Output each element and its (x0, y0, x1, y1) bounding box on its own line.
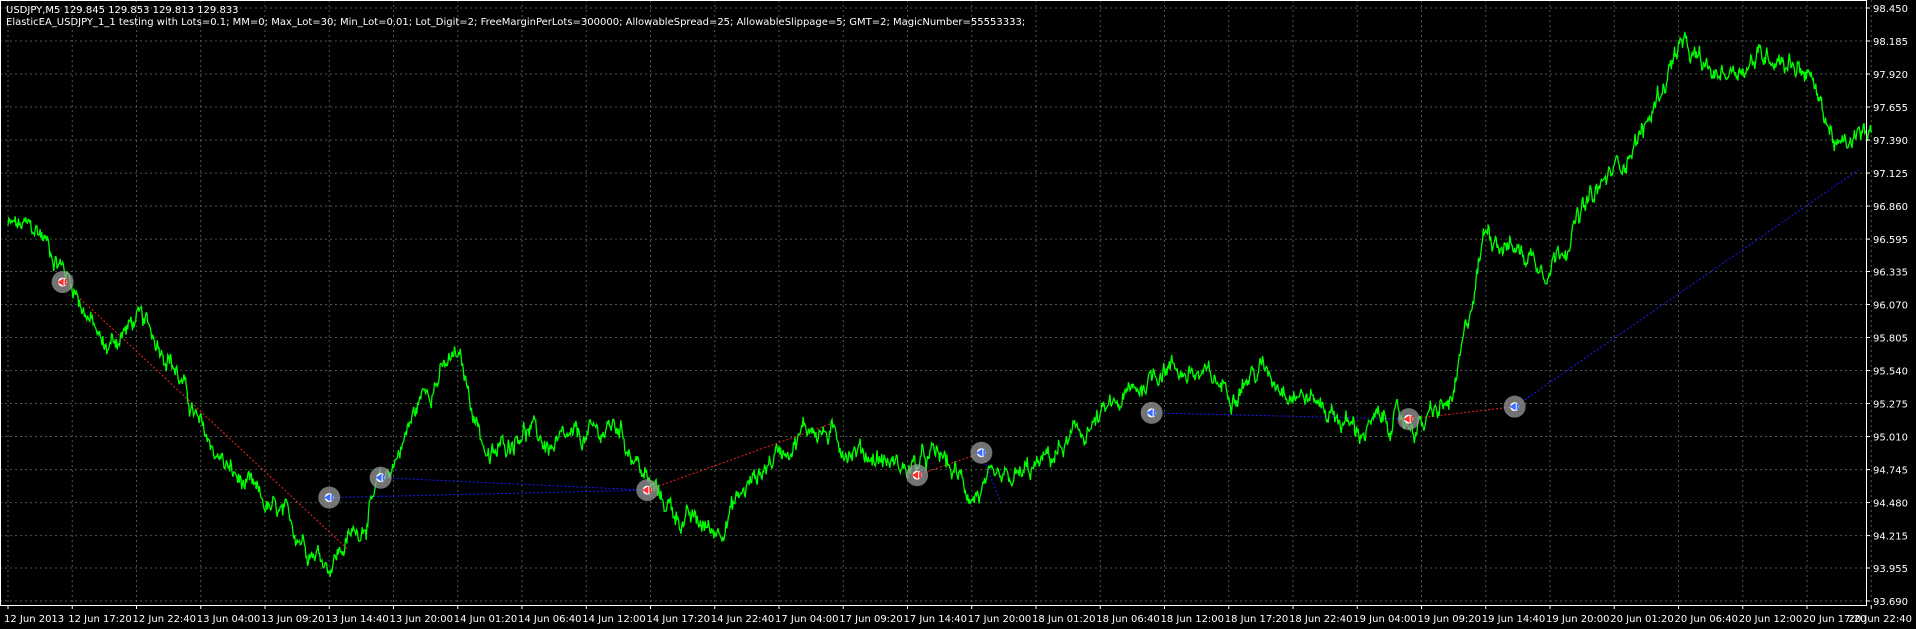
x-tick-label: 13 Jun 14:40 (325, 614, 389, 625)
y-tick-label: 97.655 (1873, 103, 1908, 114)
buy-entry-marker (1503, 395, 1526, 418)
price-chart: 98.450 98.185 97.920 97.655 97.390 97.125 96.8… (0, 0, 1912, 625)
y-tick-label: 94.215 (1873, 532, 1908, 543)
y-tick-label: 96.070 (1873, 301, 1908, 312)
x-tick-label: 12 Jun 17:20 (68, 614, 132, 625)
y-tick-label: 95.805 (1873, 334, 1908, 345)
sell-trade-line (1408, 406, 1515, 420)
buy-entry-marker (970, 441, 993, 464)
y-tick-label: 96.335 (1873, 267, 1908, 278)
x-tick-label: 17 Jun 20:00 (968, 614, 1032, 625)
chart-axes (0, 0, 1867, 606)
y-tick-label: 93.690 (1873, 597, 1908, 608)
y-tick-label: 97.920 (1873, 70, 1908, 81)
x-axis-ticks: 12 Jun 2013 12 Jun 17:20 12 Jun 22:40 13 Ju… (4, 605, 1912, 625)
x-tick-label: 19 Jun 04:00 (1353, 614, 1417, 625)
y-tick-label: 95.010 (1873, 433, 1908, 444)
x-tick-label: 19 Jun 20:00 (1546, 614, 1610, 625)
sell-entry-marker (906, 464, 929, 487)
buy-entry-marker (1140, 401, 1163, 424)
y-tick-label: 98.450 (1873, 4, 1908, 15)
x-tick-label: 14 Jun 17:20 (647, 614, 711, 625)
x-tick-label: 20 Jun 12:00 (1739, 614, 1803, 625)
x-tick-label: 19 Jun 14:40 (1482, 614, 1546, 625)
x-tick-label: 13 Jun 20:00 (390, 614, 454, 625)
x-tick-label: 14 Jun 01:20 (454, 614, 518, 625)
x-tick-label: 20 Jun 22:40 (1848, 614, 1912, 625)
x-tick-label: 14 Jun 22:40 (711, 614, 775, 625)
x-tick-label: 18 Jun 01:20 (1032, 614, 1096, 625)
x-tick-label: 19 Jun 09:20 (1418, 614, 1482, 625)
buy-trade-line (380, 477, 648, 491)
sell-entry-marker (1397, 408, 1420, 431)
x-tick-label: 20 Jun 06:40 (1675, 614, 1739, 625)
x-tick-label: 14 Jun 12:00 (582, 614, 646, 625)
sell-trade-line (647, 422, 834, 491)
y-tick-label: 94.745 (1873, 466, 1908, 477)
y-tick-label: 95.540 (1873, 367, 1908, 378)
x-tick-label: 12 Jun 2013 (4, 614, 64, 625)
x-tick-label: 17 Jun 14:40 (904, 614, 968, 625)
chart-grid (0, 0, 1872, 605)
y-tick-label: 97.125 (1873, 169, 1908, 180)
y-tick-label: 94.480 (1873, 499, 1908, 510)
sell-trade-line (62, 281, 349, 551)
x-tick-label: 18 Jun 12:00 (1161, 614, 1225, 625)
x-tick-label: 14 Jun 06:40 (518, 614, 582, 625)
x-tick-label: 12 Jun 22:40 (133, 614, 197, 625)
y-tick-label: 98.185 (1873, 37, 1908, 48)
sell-entry-marker (51, 271, 74, 294)
x-tick-label: 20 Jun 01:20 (1610, 614, 1674, 625)
symbol-header: USDJPY,M5 129.845 129.853 129.813 129.83… (6, 5, 239, 16)
plot-frame (0, 0, 1867, 606)
buy-trade-line (1151, 412, 1409, 420)
y-tick-label: 96.860 (1873, 202, 1908, 213)
buy-entry-marker (369, 466, 392, 489)
y-axis-ticks: 98.450 98.185 97.920 97.655 97.390 97.125 96.8… (1866, 4, 1908, 608)
x-tick-label: 17 Jun 09:20 (839, 614, 903, 625)
x-tick-label: 18 Jun 22:40 (1289, 614, 1353, 625)
x-tick-label: 13 Jun 04:00 (197, 614, 261, 625)
y-tick-label: 97.390 (1873, 136, 1908, 147)
buy-trade-line (329, 489, 648, 499)
y-tick-label: 95.275 (1873, 400, 1908, 411)
y-tick-label: 93.955 (1873, 564, 1908, 575)
trade-markers (51, 271, 1526, 509)
y-tick-label: 96.595 (1873, 235, 1908, 246)
ea-parameters: ElasticEA_USDJPY_1_1 testing with Lots=0… (6, 17, 1025, 28)
x-tick-label: 18 Jun 06:40 (1096, 614, 1160, 625)
buy-entry-marker (318, 486, 341, 509)
x-tick-label: 13 Jun 09:20 (261, 614, 325, 625)
sell-entry-marker (636, 479, 659, 502)
x-tick-label: 17 Jun 04:00 (775, 614, 839, 625)
x-tick-label: 18 Jun 17:20 (1225, 614, 1289, 625)
